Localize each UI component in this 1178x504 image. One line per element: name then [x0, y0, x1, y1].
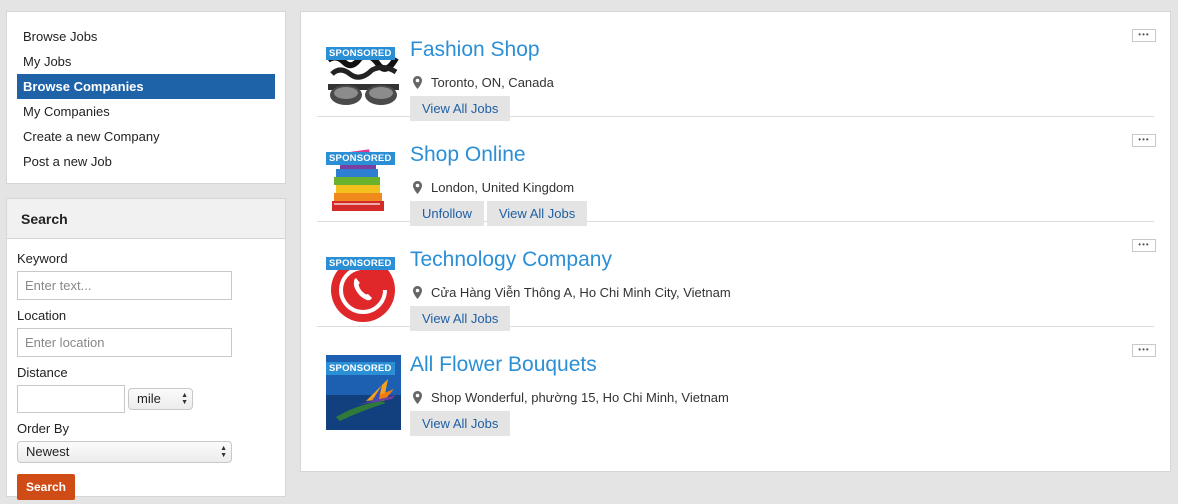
menu-create-company[interactable]: Create a new Company — [17, 124, 275, 149]
order-by-value: Newest — [26, 444, 70, 459]
location-pin-icon — [413, 181, 422, 194]
company-item: ••• SPONSORED All Flower Bouquets Shop W… — [317, 327, 1156, 436]
company-list: ••• SPONSORED Fashion Shop Toronto, ON, … — [300, 11, 1171, 472]
company-item: ••• SPONSORED Technology Company Cửa Hàn… — [317, 222, 1156, 331]
sidebar-menu: Browse Jobs My Jobs Browse Companies My … — [6, 11, 286, 184]
more-options-button[interactable]: ••• — [1132, 134, 1156, 147]
menu-browse-jobs[interactable]: Browse Jobs — [17, 24, 275, 49]
company-location-text: London, United Kingdom — [431, 180, 575, 195]
distance-unit-select[interactable]: mile ▲ ▼ — [128, 388, 193, 410]
distance-unit-value: mile — [137, 391, 161, 406]
company-location-text: Toronto, ON, Canada — [431, 75, 554, 90]
sponsored-badge: SPONSORED — [326, 47, 395, 60]
sponsored-badge: SPONSORED — [326, 257, 395, 270]
company-location: Cửa Hàng Viễn Thông A, Ho Chi Minh City,… — [413, 285, 731, 300]
menu-browse-companies[interactable]: Browse Companies — [17, 74, 275, 99]
company-name[interactable]: All Flower Bouquets — [410, 353, 597, 377]
search-button[interactable]: Search — [17, 474, 75, 500]
location-input[interactable] — [17, 328, 232, 357]
select-arrows-icon: ▲ ▼ — [181, 392, 188, 406]
company-location-text: Shop Wonderful, phường 15, Ho Chi Minh, … — [431, 390, 729, 405]
more-options-button[interactable]: ••• — [1132, 239, 1156, 252]
company-name[interactable]: Technology Company — [410, 248, 612, 272]
more-options-button[interactable]: ••• — [1132, 344, 1156, 357]
company-item: ••• SPONSORED Shop Online London, United… — [317, 117, 1156, 226]
company-location-text: Cửa Hàng Viễn Thông A, Ho Chi Minh City,… — [431, 285, 731, 300]
company-name[interactable]: Shop Online — [410, 143, 526, 167]
view-all-jobs-button[interactable]: View All Jobs — [410, 411, 511, 436]
company-location: Shop Wonderful, phường 15, Ho Chi Minh, … — [413, 390, 729, 405]
company-item: ••• SPONSORED Fashion Shop Toronto, ON, … — [317, 12, 1156, 121]
menu-post-job[interactable]: Post a new Job — [17, 149, 275, 174]
company-name[interactable]: Fashion Shop — [410, 38, 540, 62]
sponsored-badge: SPONSORED — [326, 152, 395, 165]
order-by-label: Order By — [17, 421, 70, 436]
keyword-input[interactable] — [17, 271, 232, 300]
books-stack-image[interactable]: SPONSORED — [326, 145, 401, 220]
phone-call-logo[interactable]: SPONSORED — [326, 250, 401, 325]
sponsored-badge: SPONSORED — [326, 362, 395, 375]
bird-of-paradise-flower-image[interactable]: SPONSORED — [326, 355, 401, 430]
more-options-button[interactable]: ••• — [1132, 29, 1156, 42]
menu-my-jobs[interactable]: My Jobs — [17, 49, 275, 74]
location-label: Location — [17, 308, 67, 323]
location-pin-icon — [413, 391, 422, 404]
location-pin-icon — [413, 286, 422, 299]
location-pin-icon — [413, 76, 422, 89]
search-panel-title: Search — [7, 199, 285, 239]
company-location: Toronto, ON, Canada — [413, 75, 554, 90]
company-location: London, United Kingdom — [413, 180, 574, 195]
keyword-label: Keyword — [17, 251, 68, 266]
distance-label: Distance — [17, 365, 68, 380]
distance-input[interactable] — [17, 385, 125, 413]
search-panel: Search Keyword Location Distance mile ▲▼… — [6, 198, 286, 500]
select-arrows-icon: ▲ ▼ — [220, 445, 227, 459]
menu-my-companies[interactable]: My Companies — [17, 99, 275, 124]
order-by-select[interactable]: Newest ▲ ▼ — [17, 441, 232, 463]
sunglasses-image[interactable]: SPONSORED — [326, 40, 401, 115]
